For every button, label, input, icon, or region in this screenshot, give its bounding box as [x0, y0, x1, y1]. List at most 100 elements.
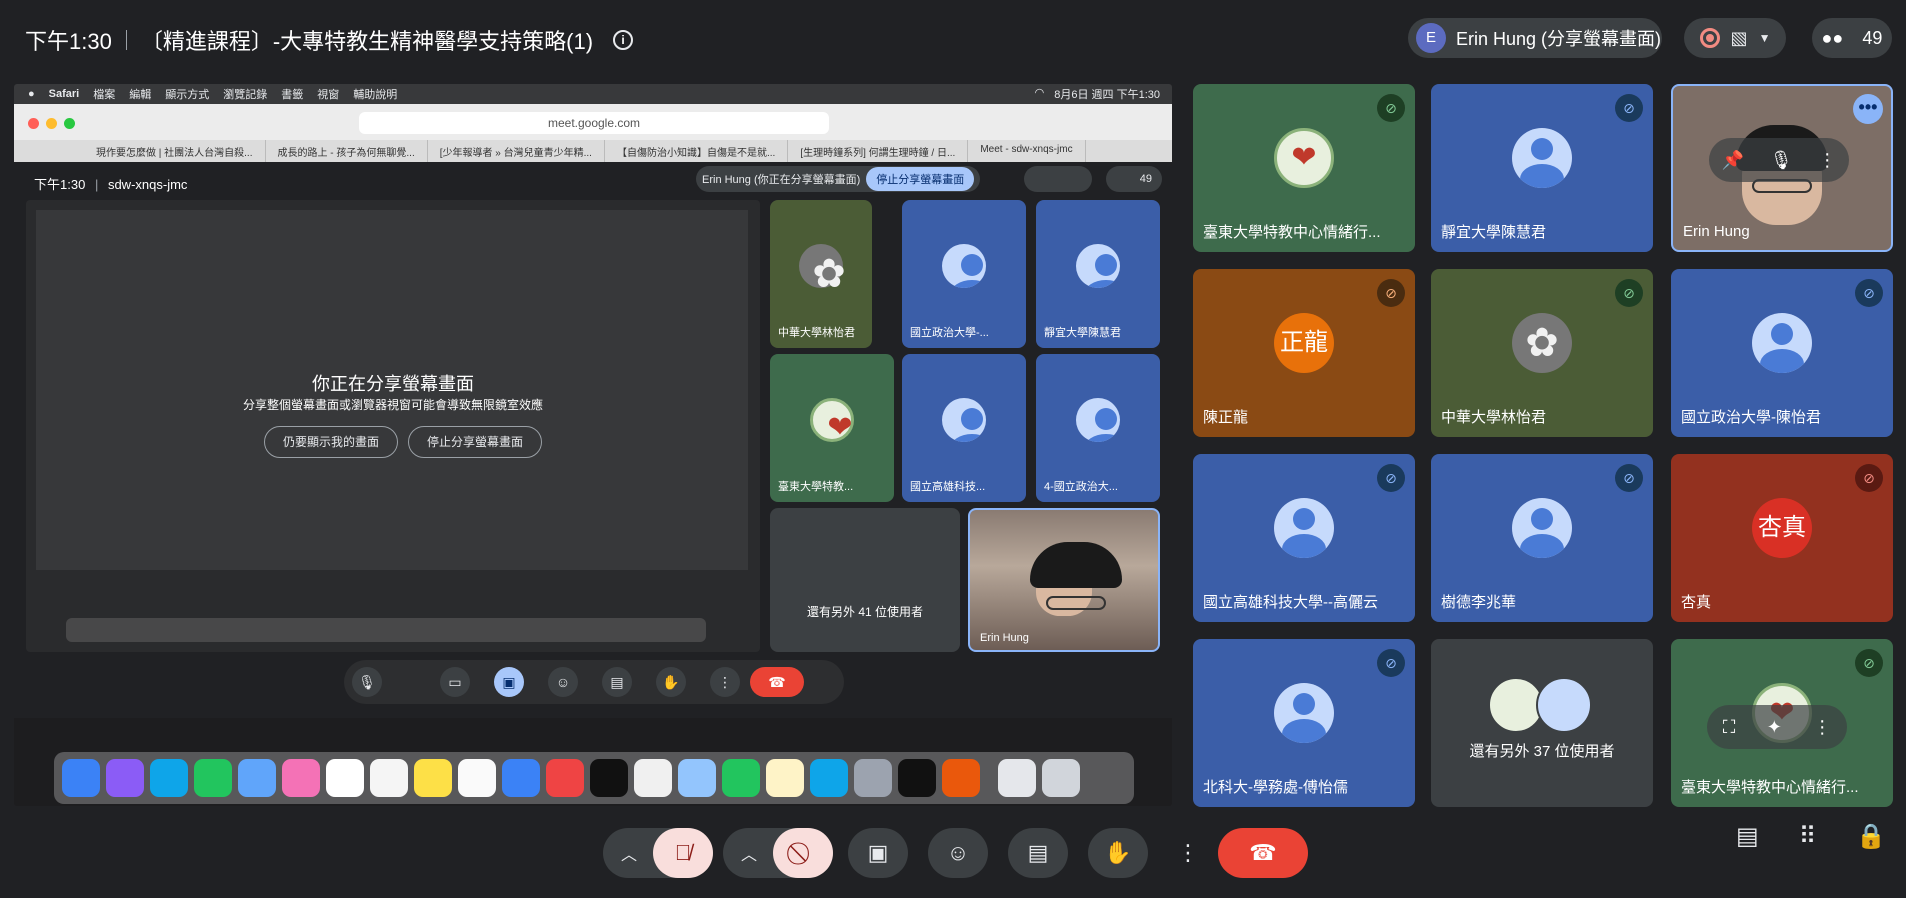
chat-icon[interactable]: ▤	[1736, 822, 1759, 851]
leave-call-button[interactable]: ☎	[1218, 828, 1308, 878]
camera-group[interactable]: ︿ ⃠	[723, 828, 833, 878]
captions-icon: ▤	[1027, 840, 1049, 865]
appstore-icon	[810, 759, 848, 797]
present-screen-icon: ▣	[867, 840, 889, 865]
host-controls-icon[interactable]: 🔒	[1856, 822, 1886, 851]
inner-more-tile: 還有另外 41 位使用者	[770, 508, 960, 652]
captions-icon: ▤	[602, 667, 632, 697]
mac-dock	[54, 752, 1134, 804]
participant-tile[interactable]: 📌 🎙 ⋮ ••• Erin Hung	[1671, 84, 1893, 252]
powerpoint-icon	[942, 759, 980, 797]
chevron-up-icon[interactable]: ︿	[741, 841, 757, 865]
effects-icon[interactable]: ✦	[1767, 717, 1782, 738]
reactions-button[interactable]: ☺	[928, 828, 988, 878]
participant-name: Erin Hung	[1683, 223, 1750, 240]
people-icon: ●●	[1821, 27, 1844, 48]
inner-participant-tile: 中華大學林怡君	[770, 200, 872, 348]
mic-off-icon: ⊘	[1615, 464, 1643, 492]
presenter-pill[interactable]: E Erin Hung (分享螢幕畫面)	[1408, 18, 1662, 58]
inner-participant-tile: 臺東大學特教...	[770, 354, 894, 502]
participant-tile[interactable]: ⊘ 中華大學林怡君	[1431, 269, 1653, 437]
meeting-time: 下午1:30	[25, 29, 112, 54]
inner-presenter-label: Erin Hung (你正在分享螢幕畫面)	[702, 174, 861, 186]
person-avatar-icon	[1274, 498, 1334, 558]
participant-tile[interactable]: 正龍 ⊘ 陳正龍	[1193, 269, 1415, 437]
person-avatar-icon	[1536, 677, 1592, 733]
more-vert-icon: ⋮	[1177, 840, 1199, 865]
tile-hover-controls[interactable]: 📌 🎙 ⋮	[1709, 138, 1849, 182]
appletv-icon	[590, 759, 628, 797]
participant-tile[interactable]: ⊘ 靜宜大學陳慧君	[1431, 84, 1653, 252]
mic-icon[interactable]: 🎙	[1770, 150, 1793, 171]
header-divider	[125, 30, 127, 50]
participant-count: 49	[1862, 27, 1883, 48]
person-avatar-icon	[942, 244, 986, 288]
more-vert-icon[interactable]: ⋮	[1813, 717, 1831, 738]
mac-menu-item: Safari	[48, 88, 80, 100]
inner-tile-name: 臺東大學特教...	[778, 481, 854, 493]
present-icon: ▣	[494, 667, 524, 697]
participant-name: 國立高雄科技大學--高儷云	[1203, 594, 1378, 611]
mic-off-icon[interactable]: 🎙̸	[653, 828, 713, 878]
browser-tab: 【自傷防治小知識】自傷是不是就...	[605, 140, 789, 162]
mic-group[interactable]: ︿ 🎙̸	[603, 828, 713, 878]
overlay-stop-share-button: 停止分享螢幕畫面	[408, 426, 542, 458]
maps-icon	[238, 759, 276, 797]
inner-tile-name: 國立政治大學-...	[910, 327, 989, 339]
participant-name: 中華大學林怡君	[1441, 409, 1547, 426]
browser-tab: [少年報導者 » 台灣兒童青少年精...	[428, 140, 605, 162]
meeting-title: 〔精進課程〕-大專特教生精神醫學支持策略(1)	[140, 29, 594, 54]
more-horiz-icon[interactable]: •••	[1853, 94, 1883, 124]
sharing-overlay-title: 你正在分享螢幕畫面	[312, 374, 474, 394]
raise-hand-button[interactable]: ✋	[1088, 828, 1148, 878]
chevron-up-icon[interactable]: ︿	[621, 841, 637, 865]
end-call-icon: ☎	[1249, 840, 1277, 865]
inner-participant-tile: 國立政治大學-...	[902, 200, 1026, 348]
trash-icon	[1042, 759, 1080, 797]
activities-icon[interactable]: ⠿	[1799, 822, 1817, 851]
logo-avatar	[810, 398, 867, 455]
captions-button[interactable]: ▤	[1008, 828, 1068, 878]
more-vert-icon[interactable]: ⋮	[1818, 150, 1836, 171]
mac-menu-item: 檔案	[93, 89, 116, 101]
tile-hover-controls[interactable]: ⛶ ✦ ⋮	[1707, 705, 1847, 749]
wifi-icon: ◠	[1034, 87, 1045, 99]
participant-tile[interactable]: 杏真 ⊘ 杏真	[1671, 454, 1893, 622]
participant-name: 樹德李兆華	[1441, 594, 1517, 611]
participant-tile[interactable]: 還有另外 37 位使用者	[1431, 639, 1653, 807]
emoji-icon: ☺	[548, 667, 578, 697]
participant-tile[interactable]: ⊘ 樹德李兆華	[1431, 454, 1653, 622]
present-button[interactable]: ▣	[848, 828, 908, 878]
camera-off-icon[interactable]: ⃠	[773, 828, 833, 878]
inner-presenter-pill: Erin Hung (你正在分享螢幕畫面) 停止分享螢幕畫面	[696, 166, 981, 192]
participant-name: 臺東大學特教中心情緒行...	[1681, 779, 1859, 796]
participant-tile[interactable]: ⊘ 北科大-學務處-傅怡儒	[1193, 639, 1415, 807]
pages-icon	[766, 759, 804, 797]
minimize-dot-icon	[46, 118, 57, 129]
record-icon	[1699, 28, 1720, 48]
person-avatar-icon	[1752, 313, 1812, 373]
participant-tile[interactable]: ⊘ 國立政治大學-陳怡君	[1671, 269, 1893, 437]
end-call-icon: ☎	[750, 667, 804, 697]
frame-icon[interactable]: ⛶	[1723, 717, 1736, 738]
participant-tile[interactable]: ⊘ 臺東大學特教中心情緒行... ⛶ ✦ ⋮	[1671, 639, 1893, 807]
emoji-icon: ☺	[946, 840, 970, 865]
inner-time: 下午1:30	[34, 177, 86, 192]
browser-tab: [生理時鐘系列] 何謂生理時鐘 / 日...	[788, 140, 969, 162]
inner-tile-name: 4-國立政治大...	[1044, 481, 1118, 493]
top-bar: 下午1:30 〔精進課程〕-大專特教生精神醫學支持策略(1) i E Erin …	[0, 0, 1906, 78]
side-panel-buttons: ▤ ⠿ 🔒	[1736, 822, 1886, 851]
more-options-button[interactable]: ⋮	[1168, 828, 1208, 878]
logo-avatar	[1274, 128, 1334, 188]
pin-icon[interactable]: 📌	[1722, 150, 1744, 171]
info-icon[interactable]: i	[613, 30, 634, 50]
mac-menu-item: 編輯	[129, 89, 152, 101]
person-avatar-icon	[1076, 398, 1120, 442]
recording-pill[interactable]: ▧ ▼	[1684, 18, 1786, 58]
self-video	[1030, 542, 1122, 616]
participant-tile[interactable]: ⊘ 國立高雄科技大學--高儷云	[1193, 454, 1415, 622]
nested-dock	[66, 618, 706, 642]
participant-tile[interactable]: ⊘ 臺東大學特教中心情緒行...	[1193, 84, 1415, 252]
acrobat-icon	[898, 759, 936, 797]
participants-button[interactable]: ●● 49	[1812, 18, 1892, 58]
